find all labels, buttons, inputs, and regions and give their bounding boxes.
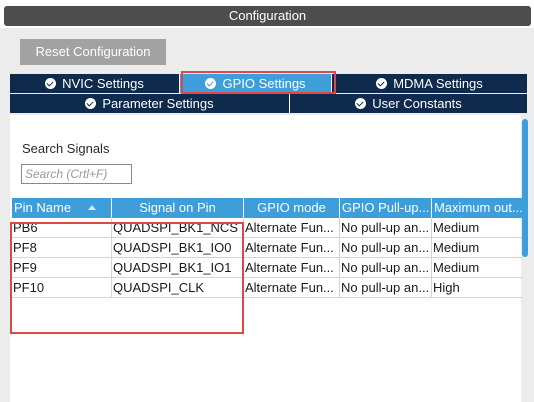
check-circle-icon (355, 98, 367, 109)
max-output-cell: Medium (433, 260, 480, 275)
gpio-pull-cell: No pull-up an... (340, 278, 432, 297)
column-header-gpio-pull[interactable]: GPIO Pull-up... (340, 198, 432, 218)
max-output-cell: Medium (433, 240, 480, 255)
tab-label: Parameter Settings (102, 96, 214, 111)
tab-mdma-settings[interactable]: MDMA Settings (332, 74, 527, 93)
tab-parameter-settings[interactable]: Parameter Settings (10, 94, 290, 113)
title-bar: Configuration (0, 0, 534, 28)
tab-nvic-settings[interactable]: NVIC Settings (10, 74, 180, 93)
sort-ascending-icon (88, 205, 96, 210)
max-output-cell: Medium (433, 220, 480, 235)
gpio-pull-cell: No pull-up an... (340, 238, 432, 257)
search-signals-label: Search Signals (22, 141, 110, 156)
table-header: Pin Name Signal on Pin GPIO mode GPIO Pu… (12, 198, 523, 218)
search-input[interactable] (21, 164, 132, 184)
gpio-mode-cell: Alternate Fun... (244, 238, 340, 257)
tab-label: NVIC Settings (62, 76, 144, 91)
gpio-mode-cell: Alternate Fun... (244, 218, 340, 237)
gpio-mode-cell: Alternate Fun... (244, 258, 340, 277)
check-circle-icon (45, 78, 57, 89)
tab-user-constants[interactable]: User Constants (290, 94, 527, 113)
column-header-pin-name[interactable]: Pin Name (12, 198, 112, 218)
pin-signal-highlight-box (10, 222, 244, 334)
check-circle-icon (85, 98, 97, 109)
gpio-pull-cell: No pull-up an... (340, 258, 432, 277)
column-header-max-output[interactable]: Maximum out... (432, 198, 523, 218)
gpio-tab-highlight-box (181, 71, 336, 94)
column-header-signal-on-pin[interactable]: Signal on Pin (112, 198, 244, 218)
tab-label: MDMA Settings (393, 76, 483, 91)
gpio-mode-cell: Alternate Fun... (244, 278, 340, 297)
configuration-panel: Reset Configuration NVIC Settings GPIO S… (0, 28, 534, 402)
max-output-cell: High (433, 280, 460, 295)
tab-label: User Constants (372, 96, 462, 111)
vertical-scrollbar[interactable] (522, 119, 528, 257)
reset-configuration-button[interactable]: Reset Configuration (20, 39, 166, 65)
window-title: Configuration (4, 6, 531, 26)
check-circle-icon (376, 78, 388, 89)
column-header-gpio-mode[interactable]: GPIO mode (244, 198, 340, 218)
gpio-pull-cell: No pull-up an... (340, 218, 432, 237)
